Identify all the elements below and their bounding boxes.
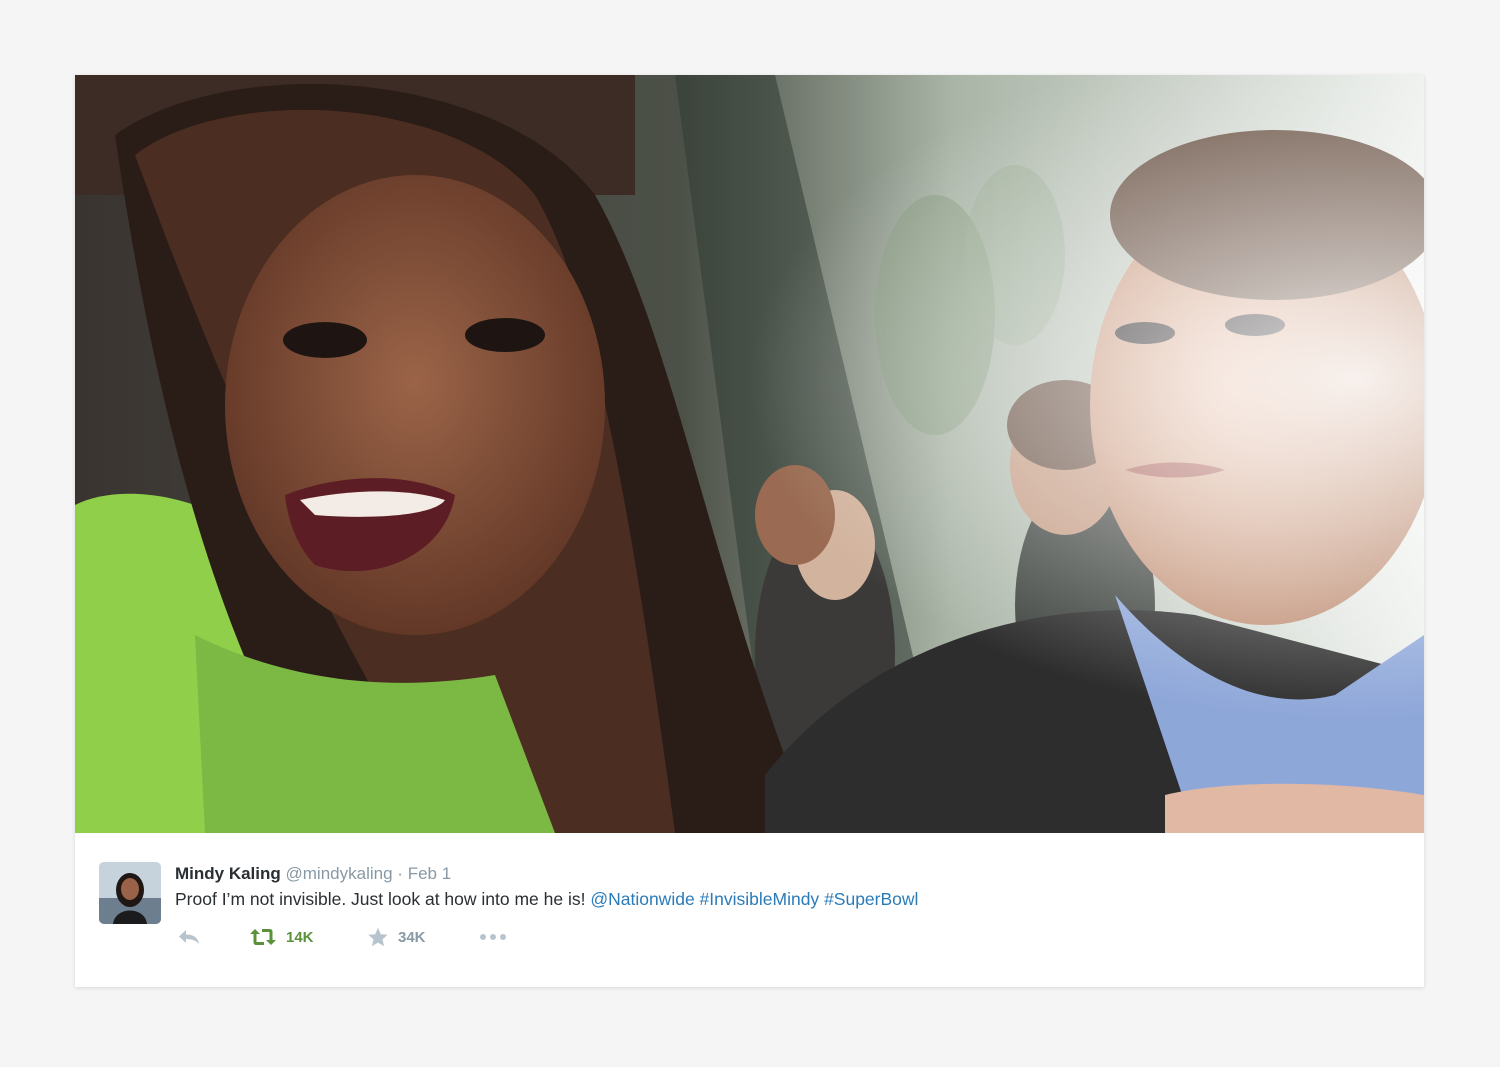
hashtag-invisiblemindy[interactable]: #InvisibleMindy [700,889,820,909]
retweet-button[interactable]: 14K [249,927,367,947]
reply-button[interactable] [177,928,249,946]
avatar-image [99,862,161,924]
favorite-button[interactable]: 34K [367,927,479,948]
avatar[interactable] [99,862,161,924]
mention-nationwide[interactable]: @Nationwide [590,889,694,909]
tweet-photo[interactable] [75,75,1424,833]
hashtag-superbowl[interactable]: #SuperBowl [824,889,918,909]
retweet-count: 14K [286,928,314,946]
author-name[interactable]: Mindy Kaling [175,864,281,883]
header-separator: · [397,864,403,883]
tweet-text: Proof I’m not invisible. Just look at ho… [175,888,918,910]
selfie-photo-illustration [75,75,1424,833]
tweet-card: Mindy Kaling @mindykaling · Feb 1 Proof … [75,75,1424,987]
retweet-icon [250,929,276,945]
tweet-date[interactable]: Feb 1 [408,864,451,883]
tweet-header: Mindy Kaling @mindykaling · Feb 1 [175,864,451,884]
author-handle[interactable]: @mindykaling [286,864,393,883]
reply-icon [179,930,199,944]
tweet-actions: 14K 34K [175,925,507,949]
tweet-details: Mindy Kaling @mindykaling · Feb 1 Proof … [75,833,1424,987]
favorite-count: 34K [398,928,426,946]
more-button[interactable] [479,933,507,941]
star-icon [368,927,388,946]
tweet-text-body: Proof I’m not invisible. Just look at ho… [175,889,591,909]
more-dots-icon [480,934,506,940]
